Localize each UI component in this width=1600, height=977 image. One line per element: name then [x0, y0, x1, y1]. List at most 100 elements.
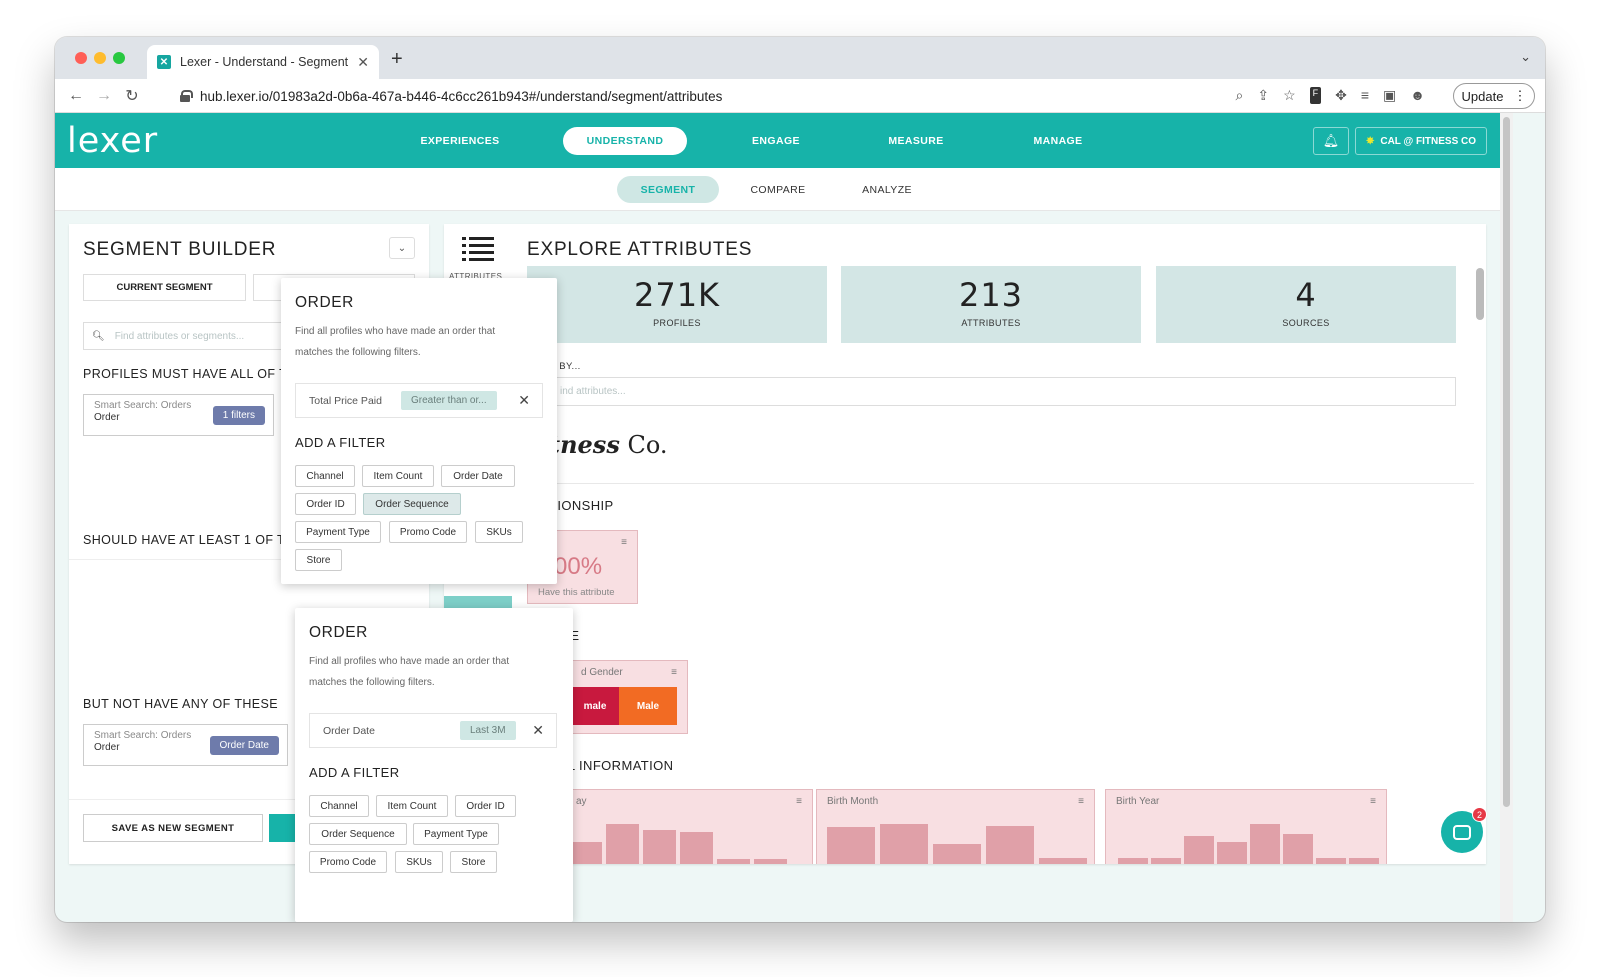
back-arrow-icon[interactable]: ←: [62, 87, 90, 105]
attribute-title: d Gender: [581, 667, 623, 678]
profile-avatar-icon[interactable]: ☻: [1410, 87, 1425, 104]
remove-filter-icon[interactable]: ✕: [518, 392, 530, 409]
segment-rule-card[interactable]: Smart Search: Orders Order Order Date: [83, 724, 288, 766]
segment-rule-card[interactable]: Smart Search: Orders Order 1 filters: [83, 394, 274, 436]
add-filter-heading: ADD A FILTER: [295, 435, 386, 450]
page-scrollbar[interactable]: [1500, 113, 1513, 922]
share-icon[interactable]: ⇪: [1257, 87, 1269, 104]
nav-understand[interactable]: UNDERSTAND: [563, 127, 687, 155]
filter-chip-order-sequence[interactable]: Order Sequence: [363, 493, 461, 515]
filter-chip-order-id[interactable]: Order ID: [295, 493, 356, 515]
filter-chip-promo-code[interactable]: Promo Code: [309, 851, 387, 873]
order-filter-popover: ORDER Find all profiles who have made an…: [295, 608, 573, 922]
subnav-segment[interactable]: SEGMENT: [617, 176, 719, 203]
active-filter-row[interactable]: Order Date Last 3M ✕: [309, 713, 557, 748]
tab-search-chevron-icon[interactable]: ⌄: [1520, 49, 1531, 65]
histogram-bar: [1316, 858, 1346, 864]
chat-bubble-icon: [1453, 824, 1471, 840]
extension-f-icon[interactable]: F: [1309, 87, 1322, 104]
card-menu-icon[interactable]: ≡: [671, 667, 677, 678]
address-bar[interactable]: hub.lexer.io/01983a2d-0b6a-467a-b446-4c6…: [180, 84, 1220, 108]
extensions-puzzle-icon[interactable]: ✥: [1335, 87, 1347, 104]
notification-bell-icon[interactable]: 🔔︎: [1313, 127, 1349, 155]
nav-engage[interactable]: ENGAGE: [745, 127, 807, 155]
update-label: Update: [1461, 88, 1504, 104]
filter-chip-item-count[interactable]: Item Count: [362, 465, 434, 487]
card-menu-icon[interactable]: ≡: [621, 537, 627, 548]
filter-chip-order-sequence[interactable]: Order Sequence: [309, 823, 407, 845]
side-panel-icon[interactable]: ▣: [1383, 87, 1396, 104]
explore-title: EXPLORE ATTRIBUTES: [527, 239, 753, 260]
card-menu-icon[interactable]: ≡: [1078, 796, 1084, 807]
histogram-bar: [880, 824, 928, 864]
forward-arrow-icon[interactable]: →: [90, 87, 118, 105]
subnav-analyze[interactable]: ANALYZE: [855, 176, 919, 203]
lexer-logo[interactable]: lexer: [67, 121, 158, 161]
filter-badge[interactable]: Order Date: [209, 736, 279, 755]
filter-chip-skus[interactable]: SKUs: [475, 521, 523, 543]
filter-chip-payment-type[interactable]: Payment Type: [413, 823, 499, 845]
find-attributes-input[interactable]: ind attributes...: [549, 377, 1456, 406]
tab-current-segment[interactable]: CURRENT SEGMENT: [83, 274, 246, 301]
filter-chip-order-id[interactable]: Order ID: [455, 795, 516, 817]
stat-sources: 4 SOURCES: [1156, 266, 1456, 343]
gender-female-segment[interactable]: male: [571, 687, 619, 725]
brand-name: tness Co.: [549, 430, 667, 459]
attribute-subtext: Have this attribute: [538, 587, 615, 598]
histogram-bar: [1250, 824, 1280, 864]
card-menu-icon[interactable]: ≡: [796, 796, 802, 807]
popover-title: ORDER: [295, 294, 354, 311]
nav-experiences[interactable]: EXPERIENCES: [407, 127, 513, 155]
zoom-window-button[interactable]: [113, 52, 125, 64]
filter-count-badge[interactable]: 1 filters: [212, 406, 265, 425]
close-tab-icon[interactable]: ✕: [357, 54, 369, 71]
filter-value[interactable]: Last 3M: [460, 721, 516, 740]
filter-chip-skus[interactable]: SKUs: [395, 851, 443, 873]
nav-measure[interactable]: MEASURE: [881, 127, 951, 155]
minimize-window-button[interactable]: [94, 52, 106, 64]
update-button[interactable]: Update ⋮: [1453, 83, 1535, 109]
filter-chip-channel[interactable]: Channel: [295, 465, 355, 487]
list-icon[interactable]: [462, 236, 494, 262]
birth-day-card[interactable]: ay ≡: [565, 789, 813, 864]
search-placeholder: Find attributes or segments...: [114, 330, 245, 342]
stat-label: ATTRIBUTES: [961, 318, 1021, 328]
filter-chip-promo-code[interactable]: Promo Code: [389, 521, 467, 543]
new-tab-icon[interactable]: +: [391, 48, 403, 71]
histogram-bar: [986, 826, 1034, 864]
nav-manage[interactable]: MANAGE: [1023, 127, 1093, 155]
account-button[interactable]: ✸ CAL @ FITNESS CO: [1355, 127, 1487, 155]
app-header: lexer EXPERIENCES UNDERSTAND ENGAGE MEAS…: [55, 113, 1500, 168]
filter-chip-channel[interactable]: Channel: [309, 795, 369, 817]
segment-search-input[interactable]: 🔍︎ Find attributes or segments...: [83, 322, 283, 350]
remove-filter-icon[interactable]: ✕: [532, 722, 544, 739]
card-menu-icon[interactable]: ≡: [1370, 796, 1376, 807]
more-menu-icon[interactable]: ⋮: [1513, 88, 1526, 104]
reload-icon[interactable]: ↻: [118, 86, 146, 106]
popover-description: Find all profiles who have made an order…: [295, 326, 496, 358]
birth-month-card[interactable]: Birth Month ≡: [816, 789, 1095, 864]
scrollbar-thumb[interactable]: [1503, 117, 1510, 807]
subnav-compare[interactable]: COMPARE: [745, 176, 811, 203]
filter-chip-store[interactable]: Store: [295, 549, 342, 571]
birth-year-card[interactable]: Birth Year ≡: [1105, 789, 1387, 864]
active-filter-row[interactable]: Total Price Paid Greater than or... ✕: [295, 383, 543, 418]
panel-scrollbar-thumb[interactable]: [1476, 268, 1484, 320]
close-window-button[interactable]: [75, 52, 87, 64]
filter-value[interactable]: Greater than or...: [401, 391, 497, 410]
gender-male-segment[interactable]: Male: [619, 687, 677, 725]
filter-chip-item-count[interactable]: Item Count: [376, 795, 448, 817]
filter-chip-payment-type[interactable]: Payment Type: [295, 521, 381, 543]
chat-unread-badge: 2: [1472, 807, 1487, 822]
filter-chip-store[interactable]: Store: [450, 851, 497, 873]
zoom-icon[interactable]: ⌕: [1235, 87, 1243, 104]
bookmark-star-icon[interactable]: ☆: [1283, 87, 1296, 104]
browser-tab[interactable]: ✕ Lexer - Understand - Segment ✕: [147, 45, 379, 79]
reading-list-icon[interactable]: ≡: [1361, 87, 1369, 104]
filter-field: Total Price Paid: [309, 394, 382, 407]
collapse-chevron-icon[interactable]: ⌄: [389, 237, 415, 259]
save-as-new-segment-button[interactable]: SAVE AS NEW SEGMENT: [83, 814, 263, 842]
filter-chip-order-date[interactable]: Order Date: [441, 465, 515, 487]
gender-card[interactable]: d Gender ≡ male Male: [570, 660, 688, 734]
chat-launcher-button[interactable]: 2: [1441, 807, 1487, 853]
